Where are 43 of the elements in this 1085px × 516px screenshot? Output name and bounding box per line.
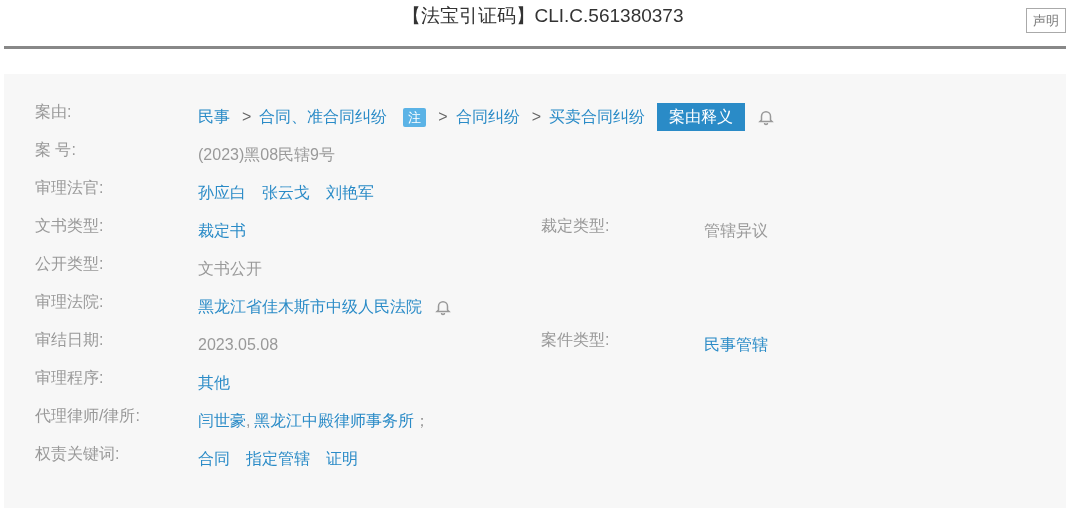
value-text: 文书公开 (198, 259, 262, 279)
value-text: 管辖异议 (704, 221, 768, 241)
separator-text: , (246, 411, 251, 431)
value-link[interactable]: 民事管辖 (704, 333, 768, 357)
bell-icon[interactable] (757, 108, 776, 126)
separator-text: ； (414, 411, 431, 431)
case-explanation-button[interactable]: 案由释义 (657, 103, 746, 131)
value-link[interactable]: 黑龙江省佳木斯市中级人民法院 (198, 295, 422, 319)
bell-icon[interactable] (434, 298, 452, 316)
value-link[interactable]: 合同、准合同纠纷 (259, 105, 388, 129)
value-link[interactable]: 其他 (198, 371, 230, 395)
note-badge[interactable]: 注 (403, 107, 427, 127)
breadcrumb-separator: > (438, 107, 448, 127)
field-label: 案由: (35, 102, 73, 122)
value-link[interactable]: 孙应白 (198, 181, 246, 205)
field-label: 裁定类型: (541, 216, 611, 236)
value-link[interactable]: 证明 (326, 447, 358, 471)
value-link[interactable]: 合同纠纷 (455, 105, 520, 129)
value-link[interactable]: 合同 (198, 447, 230, 471)
value-link[interactable]: 民事 (198, 105, 230, 129)
citation-title: 【法宝引证码】CLI.C.561380373 (401, 4, 684, 28)
field-label: 审结日期: (35, 330, 105, 350)
value-link[interactable]: 刘艳军 (326, 181, 374, 205)
field-label: 案件类型: (541, 330, 611, 350)
field-label: 文书类型: (35, 216, 105, 236)
field-label: 审理法官: (35, 178, 105, 198)
field-label: 代理律师/律所: (35, 406, 141, 426)
field-label: 公开类型: (35, 254, 105, 274)
value-link[interactable]: 指定管辖 (246, 447, 310, 471)
field-label: 审理程序: (35, 368, 105, 388)
field-label: 审理法院: (35, 292, 105, 312)
field-label: 权责关键词: (35, 444, 121, 464)
value-text: (2023)黑08民辖9号 (198, 145, 335, 165)
value-text: 2023.05.08 (198, 335, 279, 355)
breadcrumb-separator: > (531, 107, 542, 127)
field-label: 案 号: (35, 140, 77, 160)
breadcrumb-separator: > (242, 107, 252, 127)
value-link[interactable]: 黑龙江中殿律师事务所 (254, 409, 415, 433)
value-link[interactable]: 闫世豪 (198, 409, 246, 433)
notice-button[interactable]: 声明 (1026, 8, 1066, 33)
value-link[interactable]: 裁定书 (198, 219, 246, 243)
value-link[interactable]: 买卖合同纠纷 (549, 105, 646, 129)
value-link[interactable]: 张云戈 (262, 181, 310, 205)
